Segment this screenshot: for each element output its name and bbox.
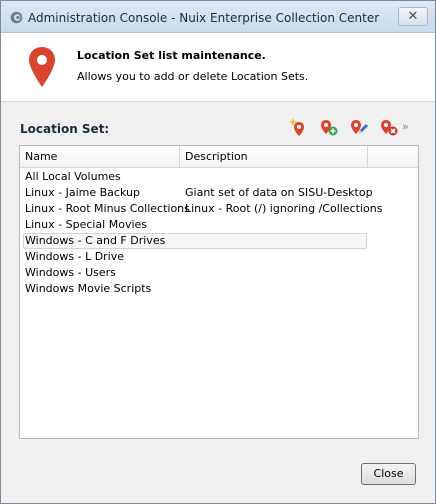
table-row[interactable]: Windows - L Drive — [20, 249, 418, 265]
cell-name: Windows Movie Scripts — [25, 282, 152, 295]
column-header-description[interactable]: Description — [180, 146, 368, 168]
cell-name: Windows - L Drive — [25, 250, 125, 263]
location-set-label: Location Set: — [20, 122, 110, 136]
add-location-set-icon — [321, 120, 338, 136]
header-subtitle: Allows you to add or delete Location Set… — [77, 70, 309, 83]
close-icon: ✕ — [407, 9, 419, 24]
map-pin-icon — [29, 47, 55, 87]
delete-location-set-icon — [381, 120, 398, 136]
window-close-button[interactable]: ✕ — [398, 7, 428, 26]
table-header: Name Description — [20, 146, 418, 168]
window-title: Administration Console - Nuix Enterprise… — [28, 11, 380, 25]
dialog-window: Administration Console - Nuix Enterprise… — [0, 0, 436, 504]
title-bar[interactable]: Administration Console - Nuix Enterprise… — [1, 1, 435, 33]
table-row[interactable]: Linux - Jaime Backup Giant set of data on… — [20, 185, 418, 201]
cell-description: Linux - Root (/) ignoring /Collections — [185, 202, 383, 215]
cell-description: Giant set of data on SISU-Desktop — [185, 186, 373, 199]
table-row[interactable]: Linux - Root Minus Collections Linux - Ro… — [20, 201, 418, 217]
table-row[interactable]: Windows Movie Scripts — [20, 281, 418, 297]
toolbar-overflow-button[interactable]: » — [402, 120, 409, 133]
close-button[interactable]: Close — [361, 463, 416, 485]
cell-name: Linux - Jaime Backup — [25, 186, 140, 199]
edit-location-set-icon — [351, 120, 368, 134]
cell-name: Linux - Special Movies — [25, 218, 148, 231]
header-title: Location Set list maintenance. — [77, 49, 266, 62]
table-body: All Local Volumes Linux - Jaime Backup Gia… — [20, 169, 418, 297]
new-location-set-icon — [289, 118, 304, 136]
delete-location-set-button[interactable] — [378, 117, 399, 137]
app-icon — [10, 11, 23, 24]
cell-name: Windows - Users — [25, 266, 116, 279]
column-header-name[interactable]: Name — [20, 146, 180, 168]
table-row[interactable]: All Local Volumes — [20, 169, 418, 185]
table-row[interactable]: Linux - Special Movies — [20, 217, 418, 233]
edit-location-set-button[interactable] — [348, 117, 369, 137]
table-row[interactable]: Windows - Users — [20, 265, 418, 281]
cell-name: All Local Volumes — [25, 170, 121, 183]
add-location-set-button[interactable] — [318, 117, 339, 137]
table-row[interactable]: Windows - C and F Drives — [23, 233, 367, 249]
cell-name: Linux - Root Minus Collections — [25, 202, 190, 215]
new-location-set-button[interactable] — [288, 117, 309, 137]
cell-name: Windows - C and F Drives — [25, 234, 166, 247]
header-panel: Location Set list maintenance. Allows yo… — [1, 33, 435, 102]
location-set-table: Name Description All Local Volumes Linux … — [19, 145, 419, 439]
location-set-toolbar — [288, 117, 408, 137]
